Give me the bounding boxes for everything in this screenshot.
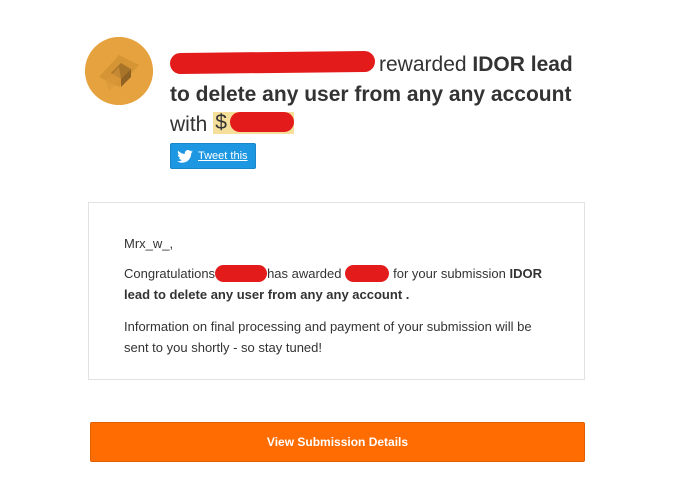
redacted-amount [229, 112, 294, 133]
for-submission-text: for your submission [393, 266, 506, 281]
reward-notification-page: rewarded IDOR lead to delete any user fr… [0, 0, 700, 487]
rewarded-text: rewarded [379, 53, 467, 76]
redacted-program-name [169, 50, 376, 75]
hexagon-logo-icon [85, 37, 153, 105]
reward-headline: rewarded IDOR lead to delete any user fr… [169, 50, 590, 140]
cta-label: View Submission Details [266, 435, 409, 449]
reward-amount: $ [213, 111, 294, 135]
view-submission-details-button[interactable]: View Submission Details [90, 422, 585, 462]
report-title-line1: IDOR lead [472, 53, 573, 76]
congrats-prefix: Congratulations [124, 266, 216, 281]
tweet-label: Tweet this [198, 150, 248, 162]
with-text: with [170, 113, 208, 136]
redacted-company [215, 265, 268, 283]
tweet-this-button[interactable]: Tweet this [170, 143, 256, 169]
greeting: Mrx_w_, [124, 236, 174, 251]
twitter-bird-icon [177, 149, 193, 163]
report-title-line2: to delete any user from any any account [170, 83, 572, 106]
congrats-message: Congratulations has awarded for your subm… [124, 263, 554, 305]
redacted-reward [345, 265, 390, 283]
program-avatar [85, 37, 153, 105]
message-card: Mrx_w_, Congratulations has awarded for y… [88, 202, 585, 380]
info-message: Information on final processing and paym… [124, 319, 532, 355]
amount-prefix: $ [215, 111, 227, 135]
has-awarded-text: has awarded [267, 266, 342, 281]
